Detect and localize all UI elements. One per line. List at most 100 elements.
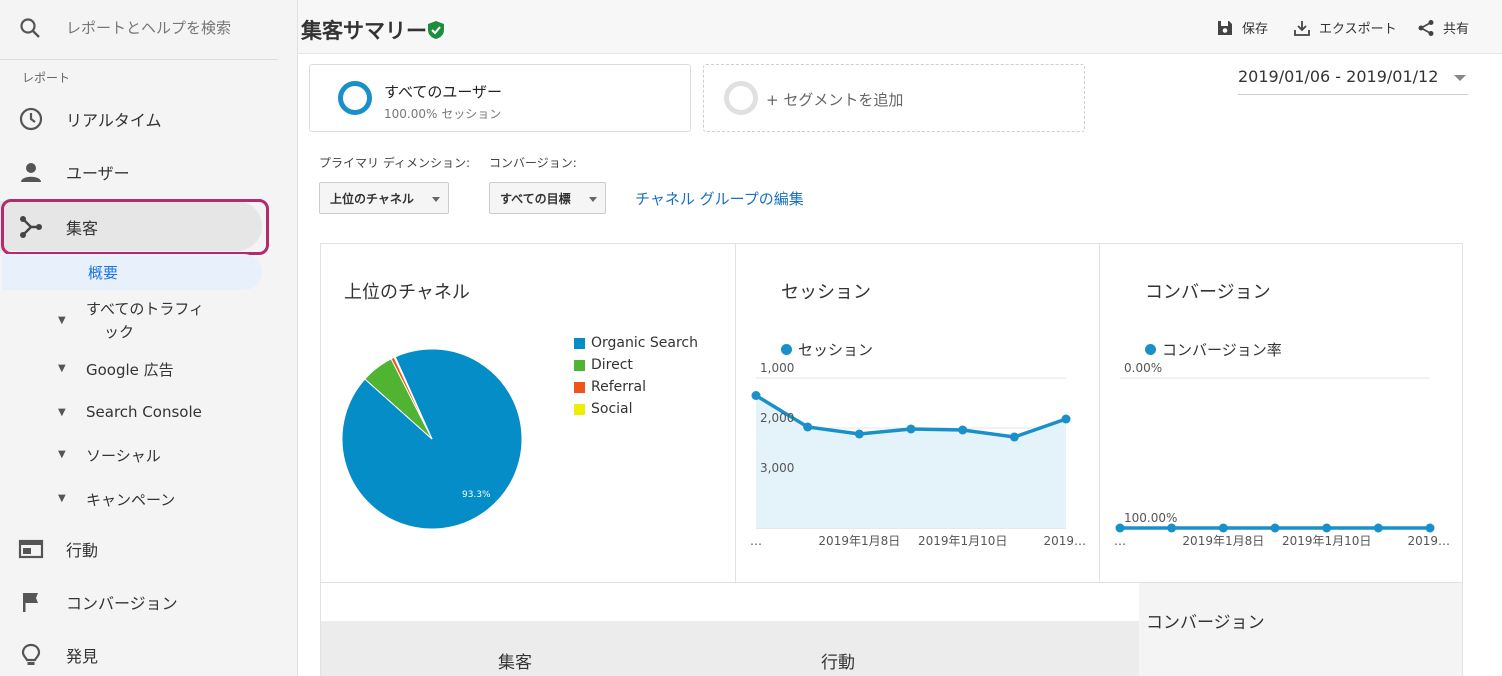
edit-channel-grouping-link[interactable]: チャネル グループの編集 [635,188,804,209]
nav-label: リアルタイム [66,111,162,130]
sessions-title: セッション [781,282,871,303]
expand-arrow-icon: ▼ [58,363,66,374]
highlight-box [1,199,269,255]
y-tick-label: 100.00% [1124,511,1177,525]
sub-item-label: キャンペーン [86,491,176,509]
data-point [1270,523,1280,533]
legend-label: Social [591,401,633,417]
segment-subtitle: 100.00% セッション [384,107,502,121]
save-button[interactable]: 保存 [1216,18,1268,37]
dropdown-caret-icon [432,197,440,202]
date-range-picker[interactable]: 2019/01/06 - 2019/01/12 [1238,67,1468,95]
data-point [958,425,968,435]
x-tick-label: 2019年1月10日 [1282,534,1371,548]
table-header-band [321,621,1139,676]
legend-direct[interactable]: Direct [574,357,633,373]
behavior-column-label: 行動 [821,653,855,673]
nav-label: コンバージョン [66,594,178,613]
sub-item-label: ソーシャル [86,447,161,465]
dropdown-caret-icon [1454,75,1466,81]
data-point [751,391,761,400]
conversions-legend[interactable]: コンバージョン率 [1145,339,1282,360]
x-tick-label: … [1114,534,1126,548]
page-title: 集客サマリー [301,19,427,43]
section-label-reports: レポート [22,71,71,85]
data-point [1061,414,1071,424]
y-tick-label: 3,000 [760,461,794,475]
legend-organic[interactable]: Organic Search [574,335,698,351]
legend-social[interactable]: Social [574,401,633,417]
primary-dimension-label: プライマリ ディメンション: [319,156,471,170]
data-point [854,429,864,439]
search-bar[interactable]: レポートとヘルプを検索 [0,0,278,60]
export-label: エクスポート [1319,22,1397,37]
nav-discover[interactable]: 発見 [0,629,278,676]
nav-realtime[interactable]: リアルタイム [0,93,278,143]
sub-item-label-cont: ック [104,323,135,341]
download-icon [1294,20,1310,36]
select-value: すべての目標 [500,192,571,206]
verified-shield-icon [427,20,445,44]
conversions-title: コンバージョン [1145,282,1271,303]
conversion-label: コンバージョン: [489,156,577,170]
sub-item-overview[interactable]: 概要 [2,254,262,290]
legend-label: コンバージョン率 [1162,341,1282,359]
report-body: すべてのユーザー 100.00% セッション + セグメントを追加 2019/0… [298,54,1488,676]
area-fill [756,395,1066,528]
y-tick-label: 0.00% [1124,362,1162,375]
save-icon [1218,20,1232,35]
data-point [803,422,813,432]
legend-label: Referral [591,379,646,395]
data-point [1218,523,1228,533]
segment-title: すべてのユーザー [384,83,503,101]
sessions-legend[interactable]: セッション [781,339,873,360]
legend-swatch [574,403,585,415]
report-header: 集客サマリー 保存 エクスポート 共有 [298,0,1502,54]
share-button[interactable]: 共有 [1417,18,1469,37]
conversion-rate-line-chart: 0.00% 100.00% … 2019年1月8日 2019年1月10日 2019… [1114,362,1450,548]
add-segment-card[interactable]: + セグメントを追加 [703,64,1085,132]
data-point [1322,523,1332,533]
export-button[interactable]: エクスポート [1293,18,1397,37]
segment-all-users[interactable]: すべてのユーザー 100.00% セッション [309,64,691,132]
channels-title: 上位のチャネル [344,282,470,303]
data-point [1373,523,1383,533]
conversion-select[interactable]: すべての目標 [489,182,606,214]
legend-dot [1145,344,1156,355]
conversion-column-label: コンバージョン [1146,613,1265,633]
primary-dimension-select[interactable]: 上位のチャネル [319,182,449,214]
nav-label: 発見 [66,647,99,666]
segment-ring-icon [338,81,372,115]
lightbulb-icon [18,642,44,668]
legend-label: Organic Search [591,335,699,351]
select-value: 上位のチャネル [330,192,414,206]
acquisition-column-label: 集客 [498,653,532,673]
search-placeholder: レポートとヘルプを検索 [66,19,232,37]
sidebar: レポートとヘルプを検索 レポート リアルタイム ユーザー 集客 概要 ▼ すべて… [0,0,298,676]
legend-referral[interactable]: Referral [574,379,646,395]
legend-dot [781,344,792,355]
y-tick-label: 1,000 [760,362,794,375]
expand-arrow-icon: ▼ [58,315,66,326]
legend-label: セッション [798,341,874,359]
dropdown-caret-icon [589,197,597,202]
summary-table: 集客 行動 コンバージョン [320,583,1463,676]
sessions-line-chart: 1,000 2,000 3,000 … 2019年1月8日 2019年1月10日 2019… [750,362,1086,548]
x-tick-label: 2019年1月8日 [1182,534,1264,548]
nav-conversions[interactable]: コンバージョン [0,576,278,626]
search-icon [18,16,42,44]
expand-arrow-icon: ▼ [58,407,66,418]
charts-row: 上位のチャネル 93.3% Organic Search Direct Refe… [320,243,1463,583]
x-tick-label: 2019… [1043,534,1086,548]
nav-users[interactable]: ユーザー [0,146,278,196]
nav-label: ユーザー [66,164,130,183]
legend-swatch [574,337,585,349]
expand-arrow-icon: ▼ [58,449,66,460]
person-icon [18,159,44,185]
nav-label: 行動 [66,541,99,560]
pie-chart: 93.3% [341,348,523,530]
sub-item-label: すべてのトラフィ [86,300,205,318]
share-icon [1418,19,1434,36]
data-point [1425,523,1435,533]
nav-behavior[interactable]: 行動 [0,523,278,573]
